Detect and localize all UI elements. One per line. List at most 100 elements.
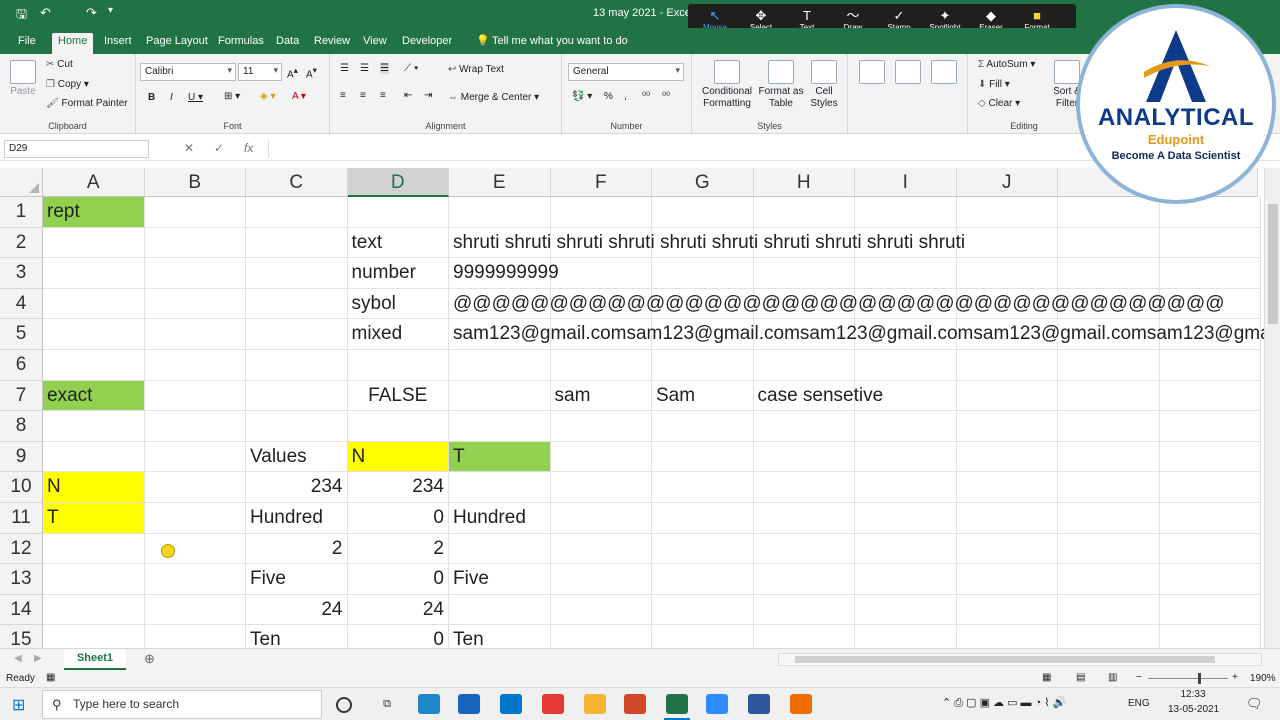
delete-button[interactable] bbox=[890, 60, 926, 86]
grid-cell[interactable] bbox=[956, 411, 1058, 442]
merge-center-button[interactable]: ⇔ Merge & Center ▾ bbox=[448, 92, 539, 103]
row-header-14[interactable]: 14 bbox=[0, 594, 43, 626]
column-header-f[interactable]: F bbox=[550, 168, 652, 197]
grid-cell[interactable] bbox=[1159, 258, 1261, 289]
grid-cell[interactable] bbox=[144, 319, 246, 350]
zoom-in-icon[interactable]: + bbox=[1232, 672, 1238, 683]
grid-cell[interactable] bbox=[652, 472, 754, 503]
grid-cell[interactable] bbox=[144, 472, 246, 503]
enter-icon[interactable]: ✓ bbox=[214, 141, 224, 155]
grid-cell[interactable] bbox=[43, 533, 145, 565]
grid-cell[interactable] bbox=[551, 625, 652, 648]
column-header-i[interactable]: I bbox=[855, 168, 957, 197]
grid-cell[interactable] bbox=[956, 564, 1058, 595]
grid-cell[interactable] bbox=[144, 533, 246, 565]
grid-cell[interactable] bbox=[1058, 197, 1160, 228]
grid-cell[interactable] bbox=[144, 350, 246, 381]
cell-c15[interactable]: Ten bbox=[246, 625, 348, 648]
grid-cell[interactable] bbox=[246, 258, 348, 289]
grid-cell[interactable] bbox=[550, 503, 652, 534]
grid-cell[interactable] bbox=[1058, 625, 1160, 648]
grid-cell[interactable] bbox=[144, 197, 246, 228]
grid-cell[interactable] bbox=[855, 350, 957, 381]
row-header-8[interactable]: 8 bbox=[0, 411, 43, 442]
file-explorer-icon[interactable] bbox=[584, 694, 606, 714]
grid-cell[interactable] bbox=[1058, 411, 1160, 442]
sheet-tab[interactable]: Sheet1 bbox=[64, 649, 126, 670]
cell-e11[interactable]: Hundred bbox=[449, 503, 551, 534]
horizontal-scrollbar[interactable] bbox=[778, 653, 1262, 666]
grid-cell[interactable] bbox=[1159, 533, 1261, 565]
column-header-g[interactable]: G bbox=[652, 168, 754, 197]
grid-cell[interactable] bbox=[855, 594, 957, 626]
grid-cell[interactable] bbox=[855, 533, 957, 565]
cell-e4[interactable]: @@@@@@@@@@@@@@@@@@@@@@@@@@@@@@@@@@@@@@@@ bbox=[449, 288, 1225, 320]
taskbar-search[interactable]: ⚲ Type here to search bbox=[42, 690, 322, 719]
cell-e9[interactable]: T bbox=[449, 441, 551, 473]
wrap-text-button[interactable]: ↩ Wrap Text bbox=[448, 64, 504, 75]
grid-cell[interactable] bbox=[347, 197, 449, 228]
grid-cell[interactable] bbox=[1159, 472, 1261, 503]
cell-e13[interactable]: Five bbox=[449, 564, 551, 595]
grid-cell[interactable] bbox=[855, 411, 957, 442]
tab-view[interactable]: View bbox=[357, 33, 393, 54]
cell-e2[interactable]: shruti shruti shruti shruti shruti shrut… bbox=[449, 227, 965, 259]
align-top-icon[interactable]: ☰ bbox=[340, 63, 349, 74]
app-icon[interactable] bbox=[790, 694, 812, 714]
grid-cell[interactable] bbox=[652, 533, 754, 565]
tab-home[interactable]: Home bbox=[52, 33, 94, 54]
grid-cell[interactable] bbox=[43, 350, 145, 381]
grid-cell[interactable] bbox=[956, 533, 1058, 565]
grid-cell[interactable] bbox=[43, 441, 145, 473]
grid-cell[interactable] bbox=[753, 533, 855, 565]
grid-cell[interactable] bbox=[652, 441, 754, 473]
grid-cell[interactable] bbox=[753, 594, 855, 626]
cortana-icon[interactable] bbox=[336, 697, 352, 713]
grid-cell[interactable] bbox=[144, 503, 246, 534]
grid-cell[interactable] bbox=[550, 564, 652, 595]
grid-cell[interactable] bbox=[855, 625, 957, 648]
tab-data[interactable]: Data bbox=[270, 33, 305, 54]
grid-cell[interactable] bbox=[449, 533, 551, 565]
grid-cell[interactable] bbox=[855, 472, 957, 503]
grid-cell[interactable] bbox=[550, 594, 652, 626]
tell-me-box[interactable]: Tell me what you want to do bbox=[486, 33, 634, 54]
tab-file[interactable]: File bbox=[12, 33, 42, 54]
grid-cell[interactable] bbox=[652, 625, 754, 648]
cell-d12[interactable]: 2 bbox=[347, 533, 449, 565]
grid-cell[interactable] bbox=[550, 533, 652, 565]
grid-cell[interactable] bbox=[145, 625, 246, 648]
row-header-6[interactable]: 6 bbox=[0, 350, 43, 381]
bold-button[interactable]: B bbox=[148, 92, 155, 103]
cell-c9[interactable]: Values bbox=[246, 441, 348, 473]
grid-cell[interactable] bbox=[246, 197, 348, 228]
tab-page-layout[interactable]: Page Layout bbox=[140, 33, 214, 54]
decrease-decimal-icon[interactable]: ⁰⁰ bbox=[662, 91, 670, 102]
grid-cell[interactable] bbox=[550, 197, 652, 228]
grid-cell[interactable] bbox=[550, 411, 652, 442]
redo-icon[interactable]: ↷ bbox=[86, 5, 97, 21]
increase-font-icon[interactable]: A▴ bbox=[287, 65, 298, 80]
font-size-select[interactable]: 11 bbox=[238, 63, 282, 81]
grid-cell[interactable] bbox=[652, 197, 754, 228]
grid-cell[interactable] bbox=[449, 197, 551, 228]
cell-styles-button[interactable]: Cell Styles bbox=[806, 60, 842, 110]
save-icon[interactable]: 🖫 bbox=[16, 5, 27, 27]
tab-insert[interactable]: Insert bbox=[98, 33, 138, 54]
grid-cell[interactable] bbox=[550, 472, 652, 503]
cell-f7[interactable]: sam bbox=[550, 380, 652, 412]
grid-cell[interactable] bbox=[144, 411, 246, 442]
column-header-c[interactable]: C bbox=[246, 168, 348, 197]
cell-c12[interactable]: 2 bbox=[246, 533, 348, 565]
row-header-3[interactable]: 3 bbox=[0, 258, 43, 289]
cell-c14[interactable]: 24 bbox=[246, 594, 348, 626]
column-header-b[interactable]: B bbox=[144, 168, 246, 197]
grid-cell[interactable] bbox=[855, 441, 957, 473]
grid-cell[interactable] bbox=[855, 564, 957, 595]
grid-cell[interactable] bbox=[1058, 441, 1160, 473]
cell-c13[interactable]: Five bbox=[246, 564, 348, 595]
grid-cell[interactable] bbox=[144, 441, 246, 473]
grid-cell[interactable] bbox=[449, 350, 551, 381]
cell-d5[interactable]: mixed bbox=[347, 319, 449, 350]
grid-cell[interactable] bbox=[956, 441, 1058, 473]
